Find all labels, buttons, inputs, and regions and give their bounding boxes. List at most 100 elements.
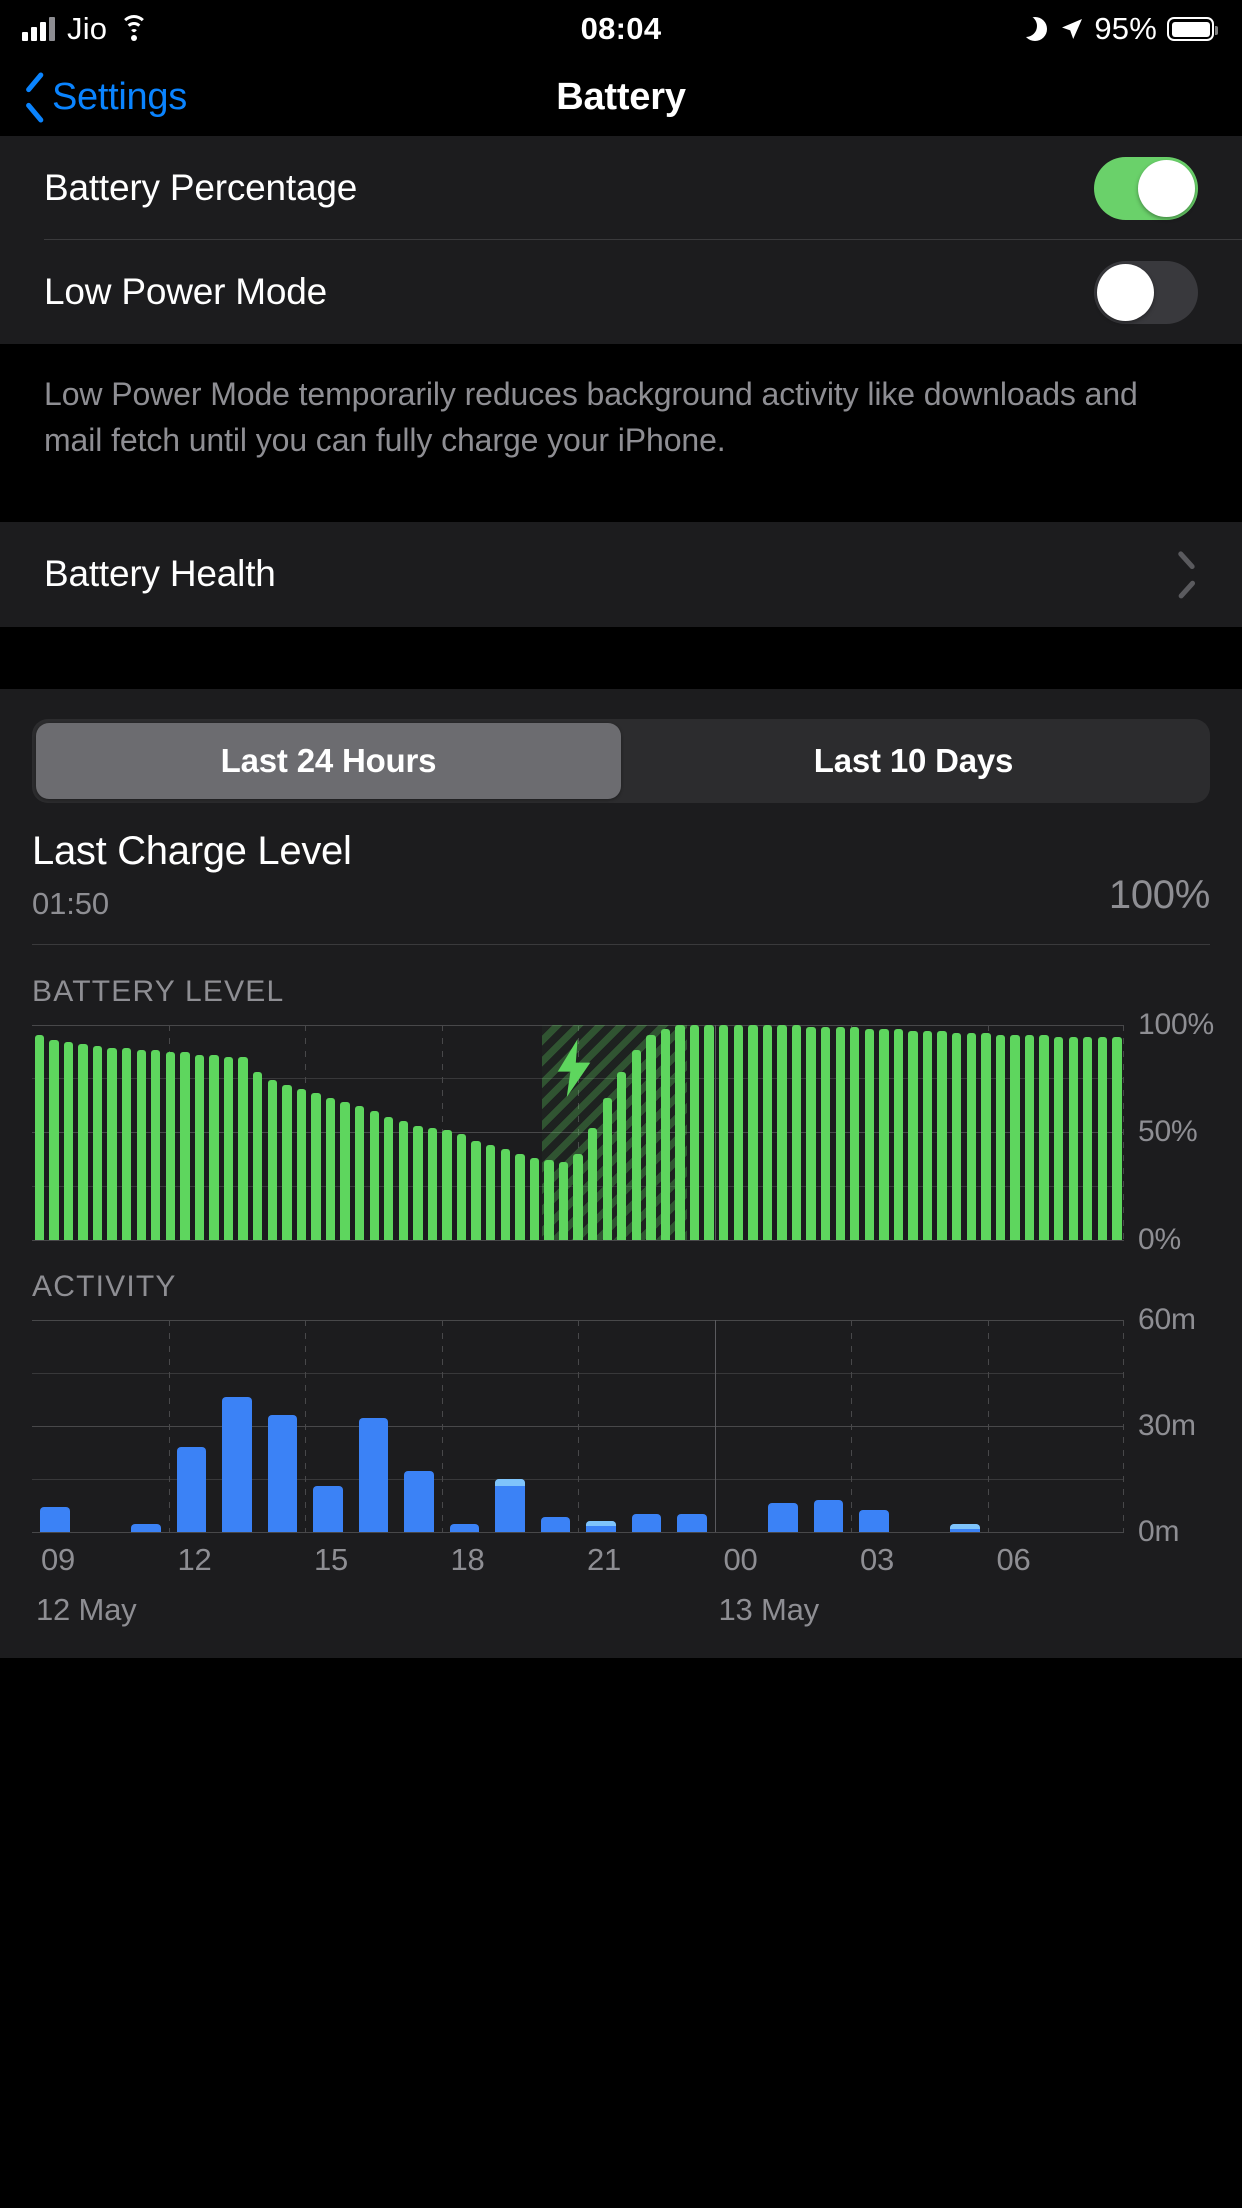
battery-level-bar xyxy=(922,1030,933,1240)
y-axis-label: 0% xyxy=(1138,1222,1181,1256)
battery-level-bar xyxy=(194,1054,205,1240)
battery-level-bar xyxy=(777,1024,787,1240)
battery-level-bar xyxy=(1010,1035,1020,1240)
low-power-mode-toggle[interactable] xyxy=(1094,260,1198,324)
battery-level-bar xyxy=(748,1024,758,1240)
battery-level-bar xyxy=(1083,1037,1093,1240)
last-charge-value: 100% xyxy=(1108,872,1210,917)
battery-level-bar xyxy=(282,1084,292,1240)
clock: 08:04 xyxy=(580,11,662,46)
activity-bar xyxy=(313,1485,343,1532)
battery-level-bar xyxy=(1097,1037,1108,1240)
battery-level-bar xyxy=(1039,1035,1049,1240)
segment-last-24-hours[interactable]: Last 24 Hours xyxy=(36,722,621,799)
x-axis-label: 00 xyxy=(723,1541,758,1577)
activity-bar xyxy=(131,1524,161,1532)
activity-bars xyxy=(32,1320,1124,1532)
battery-level-bar xyxy=(908,1030,918,1240)
chevron-left-icon xyxy=(24,78,46,116)
location-arrow-icon xyxy=(1060,17,1084,41)
battery-level-bar xyxy=(121,1048,132,1240)
battery-level-bar xyxy=(456,1134,467,1240)
nav-bar: Settings Battery xyxy=(0,58,1242,136)
battery-percentage-label: Battery Percentage xyxy=(44,167,358,208)
battery-level-bar xyxy=(835,1026,845,1240)
battery-level-bar xyxy=(587,1127,598,1240)
back-button[interactable]: Settings xyxy=(0,76,187,119)
x-axis-label: 03 xyxy=(859,1541,895,1577)
battery-level-bar xyxy=(165,1052,176,1240)
last-charge-time: 01:50 xyxy=(32,885,110,921)
battery-level-chart-title: BATTERY LEVEL xyxy=(32,974,285,1008)
battery-percentage-toggle[interactable] xyxy=(1094,156,1198,220)
activity-bar xyxy=(677,1513,707,1532)
last-charge-title: Last Charge Level xyxy=(32,828,352,873)
activity-bar xyxy=(540,1517,570,1532)
activity-bar-screen-on xyxy=(495,1478,525,1486)
segmented-control-wrap: Last 24 Hours Last 10 Days xyxy=(0,689,1242,803)
y-axis-label: 50% xyxy=(1138,1115,1198,1148)
battery-level-bar xyxy=(850,1026,860,1240)
battery-usage-card: Last 24 Hours Last 10 Days Last Charge Le… xyxy=(0,688,1242,1658)
activity-bar xyxy=(859,1510,889,1532)
time-range-segmented-control[interactable]: Last 24 Hours Last 10 Days xyxy=(32,718,1210,803)
battery-level-bar xyxy=(471,1140,481,1240)
battery-level-bar xyxy=(78,1043,88,1240)
battery-level-bar xyxy=(602,1097,612,1240)
battery-level-bar xyxy=(296,1089,307,1240)
low-power-mode-label: Low Power Mode xyxy=(44,271,328,312)
battery-level-bar xyxy=(952,1033,962,1240)
activity-bar xyxy=(768,1503,798,1532)
gridline xyxy=(32,1531,1124,1533)
battery-level-bar xyxy=(238,1056,248,1240)
battery-level-bar xyxy=(1053,1037,1064,1240)
toggles-group: Battery Percentage Low Power Mode xyxy=(0,136,1242,344)
activity-bar xyxy=(631,1513,661,1532)
battery-level-bar xyxy=(325,1097,336,1240)
row-battery-percentage[interactable]: Battery Percentage xyxy=(0,136,1242,240)
day-label: 13 May xyxy=(718,1591,820,1627)
y-axis-label: 30m xyxy=(1138,1408,1196,1442)
activity-chart-title: ACTIVITY xyxy=(32,1269,177,1303)
battery-level-bar xyxy=(49,1039,59,1240)
battery-level-bar xyxy=(1024,1035,1035,1240)
section-gap xyxy=(0,626,1242,689)
battery-level-bar xyxy=(704,1024,714,1240)
battery-level-chart xyxy=(32,1024,1124,1241)
battery-level-bar xyxy=(529,1157,540,1240)
gridline xyxy=(32,1239,1124,1241)
battery-level-bar xyxy=(966,1033,976,1240)
activity-bar xyxy=(222,1397,252,1532)
row-battery-health[interactable]: Battery Health xyxy=(0,522,1242,627)
back-button-label: Settings xyxy=(52,75,187,118)
battery-level-chart-row: 100% 50% 0% xyxy=(0,1008,1242,1256)
battery-level-bar xyxy=(340,1101,350,1240)
segment-last-10-days[interactable]: Last 10 Days xyxy=(621,723,1206,799)
battery-level-bar xyxy=(369,1110,379,1240)
battery-level-bar xyxy=(631,1050,642,1240)
battery-level-bar xyxy=(573,1153,583,1240)
battery-level-bar xyxy=(675,1024,685,1240)
battery-level-bar xyxy=(500,1149,510,1240)
row-low-power-mode[interactable]: Low Power Mode xyxy=(0,240,1242,344)
activity-chart-row: 60m 30m 0m xyxy=(0,1303,1242,1548)
x-axis-label: 18 xyxy=(450,1541,485,1577)
moon-icon xyxy=(1024,16,1050,42)
battery-level-bar xyxy=(879,1028,889,1240)
battery-level-bar xyxy=(544,1159,554,1240)
battery-level-bar xyxy=(486,1144,496,1240)
status-bar: Jio 08:04 95% xyxy=(0,0,1242,58)
battery-level-bar xyxy=(63,1041,74,1240)
battery-level-bar xyxy=(1068,1037,1078,1240)
battery-level-bar xyxy=(136,1050,146,1240)
activity-bar xyxy=(358,1418,388,1532)
activity-bar-screen-on xyxy=(586,1520,616,1526)
battery-level-bar xyxy=(719,1024,729,1240)
battery-level-bar xyxy=(660,1028,671,1240)
day-label: 12 May xyxy=(36,1591,137,1627)
y-axis-label: 60m xyxy=(1138,1302,1196,1336)
low-power-mode-footnote: Low Power Mode temporarily reduces backg… xyxy=(0,344,1242,522)
activity-day-axis: 12 May 13 May xyxy=(32,1592,1242,1640)
activity-chart xyxy=(32,1319,1124,1533)
status-bar-left: Jio xyxy=(22,11,149,47)
